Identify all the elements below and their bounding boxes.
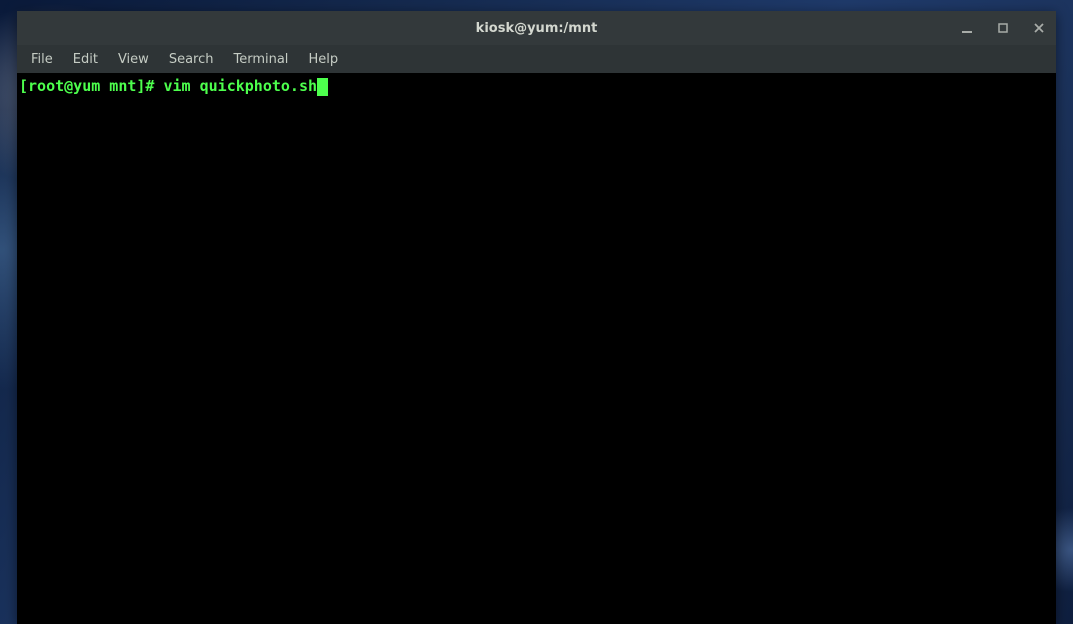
terminal-content[interactable]: [root@yum mnt]# vim quickphoto.sh <box>17 73 1056 624</box>
titlebar[interactable]: kiosk@yum:/mnt <box>17 11 1056 45</box>
close-icon <box>1033 22 1045 34</box>
menubar: File Edit View Search Terminal Help <box>17 45 1056 73</box>
window-controls <box>958 11 1048 45</box>
terminal-window: kiosk@yum:/mnt File Edit View <box>17 11 1056 624</box>
menu-search[interactable]: Search <box>159 48 224 71</box>
shell-command: vim quickphoto.sh <box>164 77 318 95</box>
menu-view[interactable]: View <box>108 48 159 71</box>
window-title: kiosk@yum:/mnt <box>476 21 598 36</box>
minimize-icon <box>961 22 973 34</box>
shell-prompt: [root@yum mnt]# <box>19 77 164 95</box>
minimize-button[interactable] <box>958 19 976 37</box>
menu-terminal[interactable]: Terminal <box>223 48 298 71</box>
maximize-button[interactable] <box>994 19 1012 37</box>
terminal-line: [root@yum mnt]# vim quickphoto.sh <box>19 77 1054 97</box>
close-button[interactable] <box>1030 19 1048 37</box>
menu-edit[interactable]: Edit <box>63 48 108 71</box>
menu-help[interactable]: Help <box>298 48 348 71</box>
maximize-icon <box>997 22 1009 34</box>
cursor-block <box>317 78 328 96</box>
menu-file[interactable]: File <box>21 48 63 71</box>
